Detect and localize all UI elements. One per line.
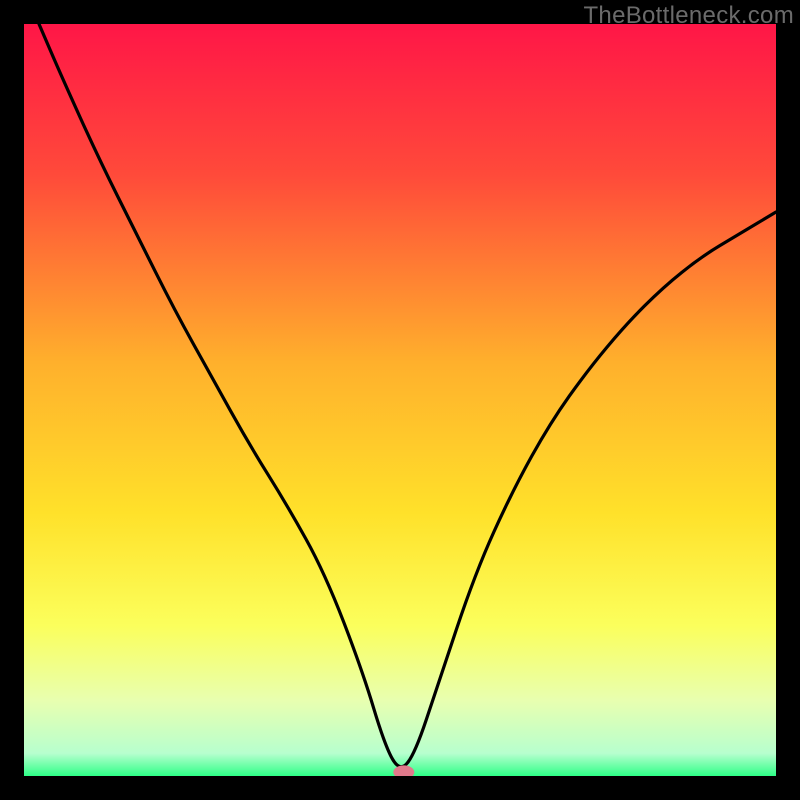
chart-frame — [24, 24, 776, 776]
bottleneck-chart — [24, 24, 776, 776]
gradient-background — [24, 24, 776, 776]
watermark-text: TheBottleneck.com — [583, 2, 794, 30]
